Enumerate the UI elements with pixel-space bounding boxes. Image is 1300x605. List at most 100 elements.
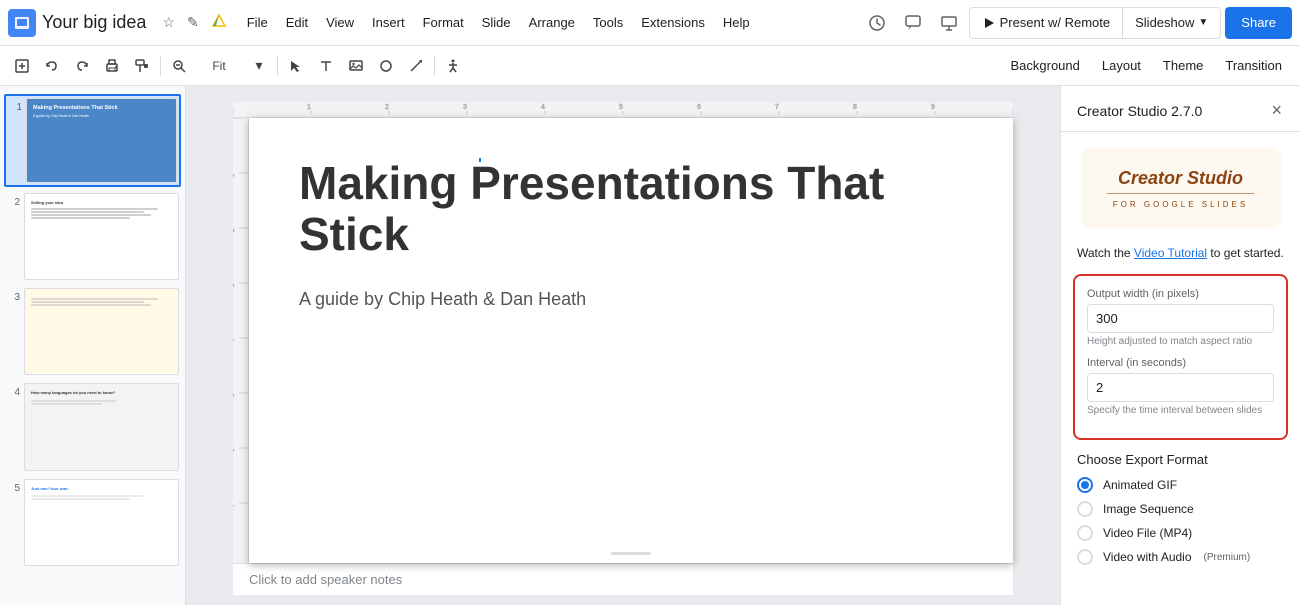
export-option-video-audio[interactable]: Video with Audio (Premium) (1077, 549, 1284, 565)
menu-item-help[interactable]: Help (715, 11, 758, 34)
width-field-label: Output width (in pixels) (1087, 288, 1274, 300)
slide-number-1: 1 (8, 102, 22, 113)
svg-text:5: 5 (619, 104, 623, 111)
comments-icon-button[interactable] (897, 7, 929, 39)
transition-button[interactable]: Transition (1215, 51, 1292, 81)
watch-text-after: to get started. (1207, 246, 1284, 260)
paint-format-icon (134, 58, 150, 74)
share-button[interactable]: Share (1225, 7, 1292, 39)
drive-icon[interactable] (207, 11, 231, 34)
slide-item-3[interactable]: 3 (4, 286, 181, 377)
slide-number-3: 3 (6, 292, 20, 303)
interval-field-label: Interval (in seconds) (1087, 357, 1274, 369)
line-tool-button[interactable] (402, 51, 430, 81)
slide-item-2[interactable]: 2 Selling your idea (4, 191, 181, 282)
export-option-image-seq[interactable]: Image Sequence (1077, 501, 1284, 517)
drive-logo-icon (211, 13, 227, 29)
svg-text:9: 9 (931, 104, 935, 111)
menu-item-tools[interactable]: Tools (585, 11, 631, 34)
video-tutorial-link[interactable]: Video Tutorial (1134, 246, 1207, 260)
slideshow-button[interactable]: Slideshow ▼ (1123, 7, 1221, 39)
menu-item-view[interactable]: View (318, 11, 362, 34)
slide-progress-bar (611, 552, 651, 555)
slide-thumbnail-1: Making Presentations That Stick A guide … (26, 98, 177, 183)
line-icon (408, 58, 424, 74)
app-title: Your big idea (42, 12, 146, 33)
cs-logo-title: Creator Studio (1118, 168, 1243, 189)
accessibility-icon (445, 58, 461, 74)
undo-icon (44, 58, 60, 74)
image-tool-button[interactable] (342, 51, 370, 81)
radio-mp4-label: Video File (MP4) (1103, 526, 1192, 540)
print-button[interactable] (98, 51, 126, 81)
present-mode-icon-button[interactable] (933, 7, 965, 39)
menu-item-format[interactable]: Format (415, 11, 472, 34)
rename-icon[interactable]: ✎ (183, 12, 203, 33)
menu-item-insert[interactable]: Insert (364, 11, 413, 34)
comment-icon (904, 14, 922, 32)
slide-subtitle[interactable]: A guide by Chip Heath & Dan Heath (299, 289, 586, 310)
paint-format-button[interactable] (128, 51, 156, 81)
speaker-notes-area[interactable]: Click to add speaker notes (233, 563, 1013, 595)
canvas-area: 1 2 3 4 5 6 7 8 9 1 (186, 86, 1060, 605)
ruler-marks-h: 1 2 3 4 5 6 7 8 9 (233, 99, 1013, 115)
creator-studio-logo-area: Creator Studio FOR GOOGLE SLIDES (1061, 132, 1300, 244)
menu-item-slide[interactable]: Slide (474, 11, 519, 34)
undo-button[interactable] (38, 51, 66, 81)
radio-image-seq (1077, 501, 1093, 517)
svg-text:1: 1 (307, 104, 311, 111)
theme-button[interactable]: Theme (1153, 51, 1213, 81)
width-input[interactable] (1087, 304, 1274, 333)
star-icon[interactable]: ☆ (158, 12, 179, 33)
radio-mp4 (1077, 525, 1093, 541)
radio-gif (1077, 477, 1093, 493)
menu-item-edit[interactable]: Edit (278, 11, 316, 34)
export-option-gif[interactable]: Animated GIF (1077, 477, 1284, 493)
accessibility-button[interactable] (439, 51, 467, 81)
svg-text:4: 4 (541, 104, 545, 111)
svg-text:2: 2 (385, 104, 389, 111)
slide-canvas[interactable]: Making Presentations That Stick A guide … (249, 118, 1013, 563)
redo-button[interactable] (68, 51, 96, 81)
zoom-dropdown-button[interactable]: ▾ (245, 51, 273, 81)
present-remote-button[interactable]: Present w/ Remote (969, 7, 1124, 39)
menu-item-extensions[interactable]: Extensions (633, 11, 713, 34)
menu-items: File Edit View Insert Format Slide Arran… (239, 11, 758, 34)
toolbar: Fit ▾ (0, 46, 1300, 86)
slides-icon (13, 14, 31, 32)
slide-item-5[interactable]: 5 Just one! Your own. (4, 477, 181, 568)
radio-video-audio (1077, 549, 1093, 565)
watch-text-before: Watch the (1077, 246, 1134, 260)
new-slide-icon (14, 58, 30, 74)
canvas-with-ruler: 1 2 3 4 5 6 7 Making Presentations That … (233, 118, 1013, 563)
svg-text:6: 6 (233, 448, 236, 452)
play-icon (982, 16, 996, 30)
slide-item-1[interactable]: 1 Making Presentations That Stick A guid… (4, 94, 181, 187)
share-label: Share (1241, 15, 1276, 30)
svg-text:4: 4 (233, 338, 236, 342)
svg-text:1: 1 (233, 173, 236, 177)
menu-item-arrange[interactable]: Arrange (521, 11, 583, 34)
right-panel: Creator Studio 2.7.0 × Creator Studio FO… (1060, 86, 1300, 605)
slideshow-label: Slideshow (1135, 15, 1194, 30)
select-tool-button[interactable] (282, 51, 310, 81)
history-icon-button[interactable] (861, 7, 893, 39)
radio-video-audio-label: Video with Audio (1103, 550, 1192, 564)
text-tool-button[interactable] (312, 51, 340, 81)
export-option-mp4[interactable]: Video File (MP4) (1077, 525, 1284, 541)
menu-item-file[interactable]: File (239, 11, 276, 34)
background-button[interactable]: Background (1000, 51, 1089, 81)
present-icon (940, 14, 958, 32)
interval-input[interactable] (1087, 373, 1274, 402)
panel-close-button[interactable]: × (1269, 98, 1284, 123)
layout-button[interactable]: Layout (1092, 51, 1151, 81)
new-slide-button[interactable] (8, 51, 36, 81)
slide-main-title[interactable]: Making Presentations That Stick (299, 158, 963, 259)
panel-title: Creator Studio 2.7.0 (1077, 103, 1202, 119)
shape-tool-button[interactable] (372, 51, 400, 81)
slide-item-4[interactable]: 4 How many languages do you need to know… (4, 381, 181, 472)
cs-export-title: Choose Export Format (1077, 452, 1284, 467)
zoom-out-button[interactable] (165, 51, 193, 81)
zoom-value[interactable]: Fit (195, 57, 243, 75)
present-remote-label: Present w/ Remote (1000, 15, 1111, 30)
